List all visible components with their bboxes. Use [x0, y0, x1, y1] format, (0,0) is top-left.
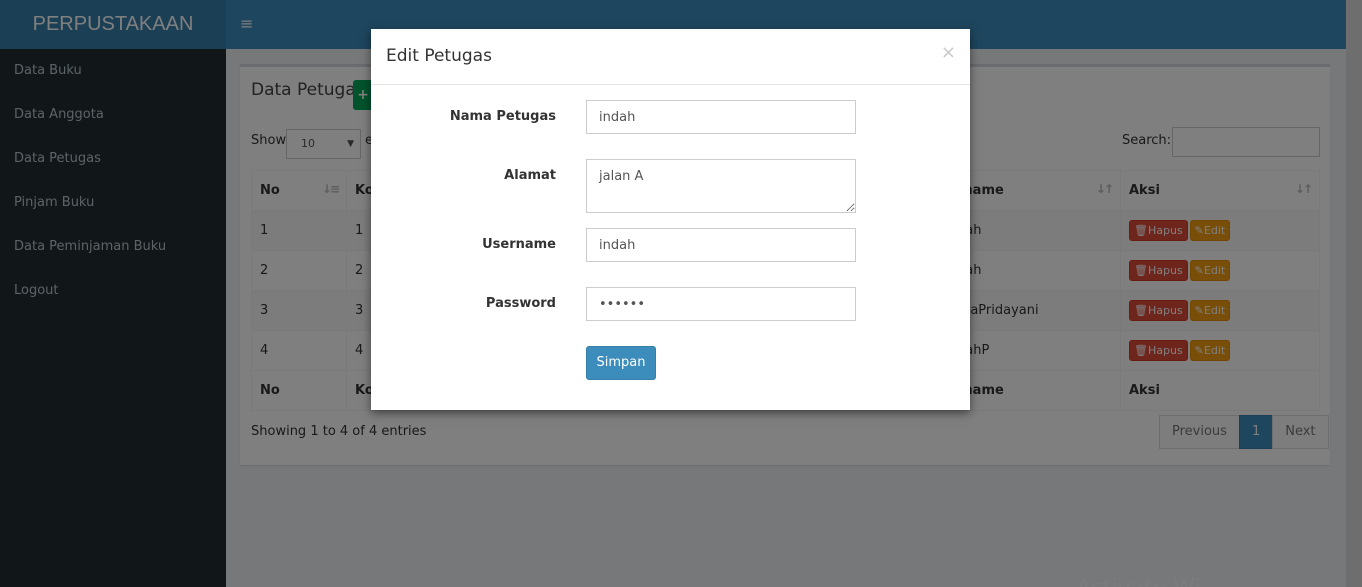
close-icon[interactable]: ×	[941, 42, 956, 63]
username-label: Username	[482, 237, 556, 252]
modal-title: Edit Petugas	[386, 46, 492, 66]
nama-petugas-input[interactable]	[586, 100, 856, 134]
alamat-textarea[interactable]: jalan A	[586, 159, 856, 213]
edit-petugas-modal: Edit Petugas × Nama Petugas Alamat jalan…	[371, 29, 970, 410]
simpan-button[interactable]: Simpan	[586, 346, 656, 380]
password-label: Password	[485, 296, 556, 311]
alamat-label: Alamat	[504, 168, 556, 183]
username-input[interactable]	[586, 228, 856, 262]
password-input[interactable]	[586, 287, 856, 321]
nama-petugas-label: Nama Petugas	[449, 109, 556, 124]
modal-header: Edit Petugas ×	[371, 29, 970, 85]
